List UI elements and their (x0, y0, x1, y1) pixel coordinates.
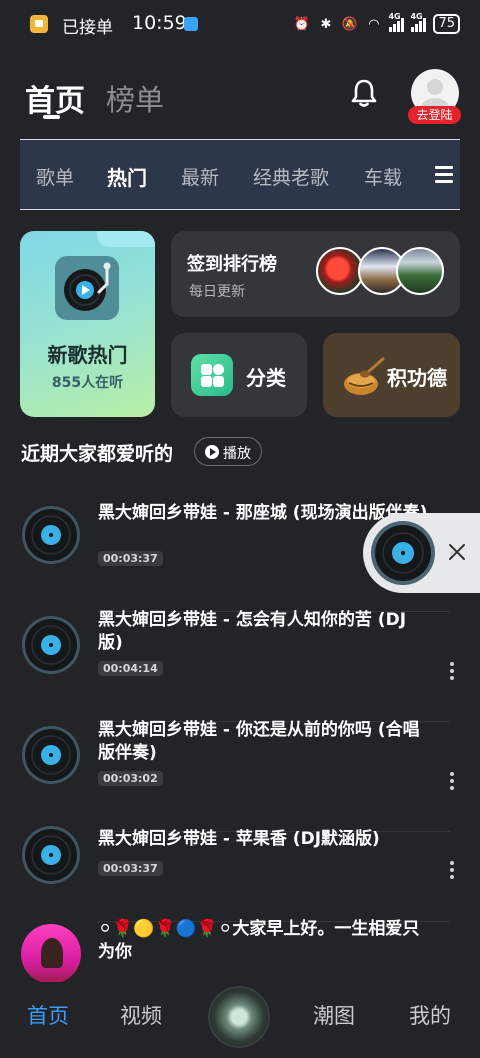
new-hot-title: 新歌热门 (47, 343, 128, 367)
hd-icon (184, 17, 198, 31)
song-duration: 00:04:14 (98, 661, 163, 676)
more-icon[interactable] (449, 551, 455, 558)
bottom-nav: 首页 视频 潮图 我的 (0, 982, 480, 1058)
turntable-icon (55, 256, 119, 320)
section-title: 近期大家都爱听的 (21, 443, 174, 465)
vinyl-disc-icon (22, 616, 80, 674)
song-title: ⚪🌹🟡🌹🔵🌹⚪大家早上好。一生相爱只为你 (98, 919, 420, 962)
wooden-fish-icon (344, 357, 385, 395)
song-title: 黑大婶回乡带娃 - 你还是从前的你吗 (合唱版伴奏) (98, 720, 420, 763)
active-tab-indicator (43, 115, 60, 119)
class-grid-icon (191, 354, 233, 396)
status-time: 10:59 (132, 12, 187, 34)
nav-home[interactable]: 首页 (27, 1000, 69, 1030)
merit-label: 积功德 (387, 366, 447, 390)
song-cover (21, 924, 81, 984)
vinyl-disc-icon (22, 506, 80, 564)
more-icon[interactable] (449, 662, 455, 683)
song-duration: 00:03:02 (98, 771, 163, 786)
category-playlist[interactable]: 歌单 (36, 163, 74, 190)
play-all-label: 播放 (223, 446, 251, 462)
vinyl-disc-icon (22, 726, 80, 784)
song-duration: 00:03:37 (98, 861, 163, 876)
nav-trend[interactable]: 潮图 (313, 1000, 355, 1030)
new-hot-card[interactable]: 新歌热门 855人在听 (20, 231, 155, 417)
play-all-button[interactable]: 播放 (194, 437, 262, 466)
category-card[interactable]: 分类 (171, 333, 307, 417)
signal-icon: 4G (410, 12, 427, 32)
status-bar: 已接单 10:59 ⏰ ✱ 🔕 ◠ 4G 4G 75 (0, 0, 480, 50)
song-row[interactable]: 黑大婶回乡带娃 - 怎会有人知你的苦 (DJ版) 00:04:14 (0, 610, 480, 722)
bell-icon[interactable] (350, 78, 378, 108)
category-hot[interactable]: 热门 (107, 162, 147, 191)
mini-player[interactable] (363, 513, 480, 593)
signal-icon: 4G (388, 12, 405, 32)
login-badge[interactable]: 去登陆 (408, 106, 461, 124)
merit-card[interactable]: 积功德 (323, 333, 460, 417)
ranking-avatar (396, 247, 444, 295)
vinyl-disc-icon[interactable] (370, 520, 436, 586)
song-title: 黑大婶回乡带娃 - 苹果香 (DJ默涵版) (98, 829, 380, 849)
category-car[interactable]: 车载 (364, 163, 402, 190)
listener-count: 855人在听 (51, 375, 124, 391)
app-notification-icon (30, 15, 48, 33)
mute-icon: 🔕 (341, 16, 359, 32)
tab-home[interactable]: 首页 (25, 76, 85, 120)
tab-rank[interactable]: 榜单 (106, 77, 164, 119)
status-icons: ⏰ ✱ 🔕 ◠ 4G 4G 75 (293, 12, 460, 35)
signin-subtitle: 每日更新 (189, 284, 245, 300)
wifi-icon: ◠ (368, 16, 380, 32)
category-latest[interactable]: 最新 (181, 163, 219, 190)
more-icon[interactable] (449, 861, 455, 882)
signin-title: 签到排行榜 (187, 254, 277, 275)
category-bar: 歌单 热门 最新 经典老歌 车载 (20, 139, 460, 210)
vinyl-disc-icon (22, 826, 80, 884)
signin-ranking-card[interactable]: 签到排行榜 每日更新 (171, 231, 460, 317)
alarm-icon: ⏰ (293, 16, 311, 32)
more-icon[interactable] (449, 772, 455, 793)
category-label: 分类 (246, 366, 286, 390)
song-title: 黑大婶回乡带娃 - 怎会有人知你的苦 (DJ版) (98, 610, 407, 653)
ranking-avatar (316, 247, 364, 295)
category-classic[interactable]: 经典老歌 (253, 163, 329, 190)
nav-mine[interactable]: 我的 (409, 1000, 451, 1030)
song-row[interactable]: 黑大婶回乡带娃 - 你还是从前的你吗 (合唱版伴奏) 00:03:02 (0, 720, 480, 832)
song-row[interactable]: 黑大婶回乡带娃 - 苹果香 (DJ默涵版) 00:03:37 (0, 822, 480, 932)
song-duration: 00:03:37 (98, 551, 163, 566)
battery-indicator: 75 (433, 14, 460, 34)
menu-icon[interactable] (435, 166, 453, 187)
play-icon (205, 445, 219, 459)
nav-video[interactable]: 视频 (120, 1000, 162, 1030)
nav-center-button[interactable] (208, 986, 270, 1048)
status-carrier-text: 已接单 (62, 18, 113, 38)
bluetooth-icon: ✱ (320, 16, 332, 32)
